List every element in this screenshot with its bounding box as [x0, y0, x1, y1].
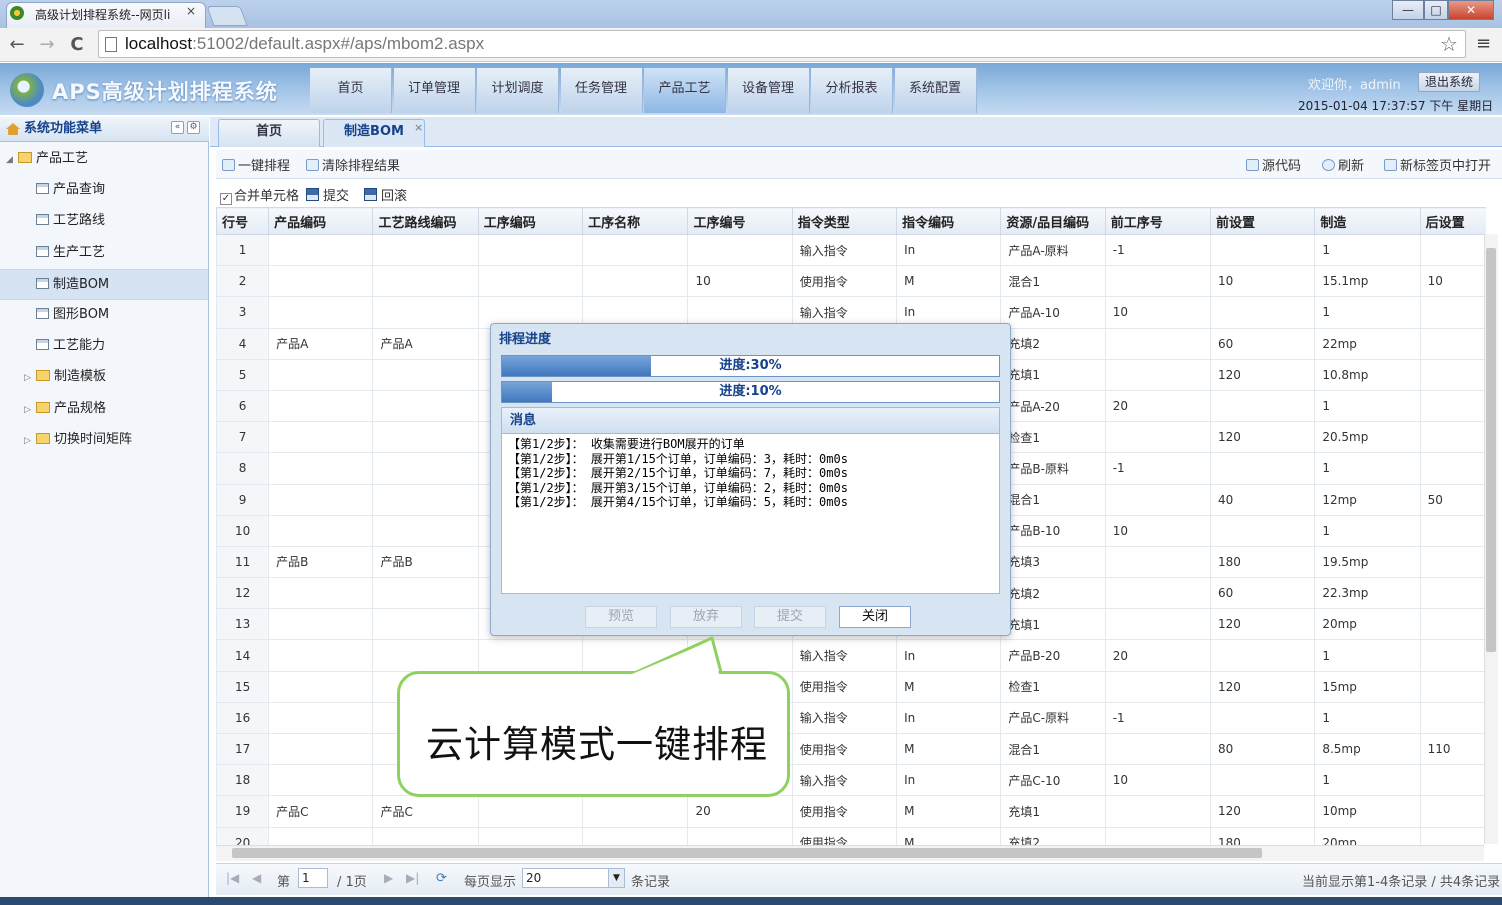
callout-text: 云计算模式一键排程 [426, 723, 768, 766]
callout-pointer-cover [632, 641, 719, 674]
